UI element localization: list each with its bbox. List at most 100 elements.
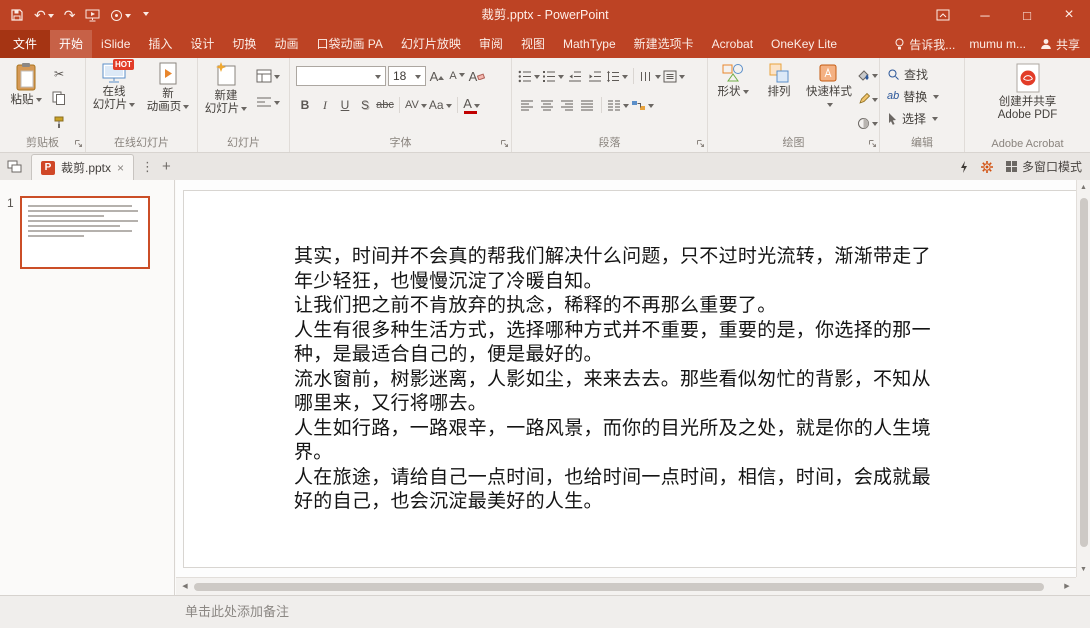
- change-case-button[interactable]: Aa: [429, 95, 452, 115]
- scroll-right-icon[interactable]: ▶: [1060, 578, 1074, 595]
- document-tab-close-icon[interactable]: ×: [117, 162, 124, 174]
- redo-button[interactable]: ↷: [64, 8, 76, 22]
- tab-slide-show[interactable]: 幻灯片放映: [392, 30, 470, 58]
- tab-pocket-animation-pa[interactable]: 口袋动画 PA: [307, 30, 391, 58]
- find-button[interactable]: 查找: [880, 63, 964, 85]
- clipboard-dialog-launcher-icon[interactable]: [74, 139, 83, 148]
- undo-icon: ↶: [34, 7, 46, 23]
- font-color-button[interactable]: A: [463, 95, 481, 115]
- text-direction-button[interactable]: [639, 66, 661, 86]
- touch-mode-button[interactable]: [110, 9, 132, 22]
- slide-thumbnail[interactable]: [20, 196, 150, 269]
- tab-acrobat[interactable]: Acrobat: [703, 30, 762, 58]
- line-spacing-button[interactable]: [606, 66, 628, 86]
- copy-button[interactable]: [50, 88, 68, 108]
- decrease-indent-button[interactable]: [566, 66, 584, 86]
- justify-button[interactable]: [578, 95, 596, 115]
- cut-button[interactable]: ✂: [50, 64, 68, 84]
- shrink-font-button[interactable]: A: [448, 66, 466, 86]
- arrange-button[interactable]: 排列: [757, 62, 801, 99]
- character-spacing-button[interactable]: AV: [405, 95, 427, 115]
- horizontal-scrollbar[interactable]: ◀ ▶: [176, 577, 1076, 595]
- character-spacing-dropdown-icon: [420, 103, 427, 111]
- shape-effects-button[interactable]: [857, 113, 878, 133]
- bullets-button[interactable]: [518, 66, 540, 86]
- align-right-button[interactable]: [558, 95, 576, 115]
- tab-animations[interactable]: 动画: [265, 30, 307, 58]
- font-dialog-launcher-icon[interactable]: [500, 139, 509, 148]
- start-slideshow-button[interactable]: [85, 9, 100, 22]
- tab-more-icon[interactable]: ⋮: [141, 159, 154, 175]
- columns-button[interactable]: [607, 95, 629, 115]
- quick-styles-button[interactable]: 快速样式: [803, 62, 855, 112]
- tab-onekey-lite[interactable]: OneKey Lite: [762, 30, 846, 58]
- shapes-button[interactable]: 形状: [711, 62, 755, 99]
- multi-window-mode-button[interactable]: 多窗口模式: [1005, 158, 1082, 175]
- close-button[interactable]: ×: [1048, 0, 1090, 30]
- customize-qat-button[interactable]: [141, 11, 150, 19]
- tab-islide[interactable]: iSlide: [92, 30, 139, 58]
- align-text-button[interactable]: [663, 66, 685, 86]
- italic-button[interactable]: I: [316, 95, 334, 115]
- scroll-left-icon[interactable]: ◀: [178, 578, 192, 595]
- slide-text-box[interactable]: 其实，时间并不会真的帮我们解决什么问题，只不过时光流转，渐渐带走了 年少轻狂，也…: [294, 245, 931, 515]
- settings-gear-icon[interactable]: [980, 160, 994, 174]
- ribbon-display-options-button[interactable]: [922, 0, 964, 30]
- tab-design[interactable]: 设计: [181, 30, 223, 58]
- align-left-button[interactable]: [518, 95, 536, 115]
- tab-transitions[interactable]: 切换: [223, 30, 265, 58]
- horizontal-scroll-thumb[interactable]: [194, 583, 1044, 591]
- maximize-button[interactable]: □: [1006, 0, 1048, 30]
- undo-button[interactable]: ↶: [34, 8, 54, 22]
- replace-button[interactable]: ab 替换: [880, 85, 964, 107]
- doc-tab-menu-icon[interactable]: [7, 160, 22, 173]
- select-button[interactable]: 选择: [880, 107, 964, 129]
- grow-font-button[interactable]: A: [428, 66, 446, 86]
- tools-bolt-icon[interactable]: [959, 160, 969, 174]
- numbering-icon: [543, 70, 555, 82]
- notes-pane[interactable]: 单击此处添加备注: [0, 595, 1090, 628]
- tell-me-box[interactable]: 告诉我...: [894, 36, 955, 53]
- scroll-up-icon[interactable]: ▲: [1077, 184, 1090, 191]
- strikethrough-button[interactable]: abc: [376, 95, 394, 115]
- align-center-button[interactable]: [538, 95, 556, 115]
- share-button[interactable]: 共享: [1040, 36, 1080, 53]
- clear-formatting-button[interactable]: A: [468, 66, 486, 86]
- paragraph-dialog-launcher-icon[interactable]: [696, 139, 705, 148]
- scroll-down-icon[interactable]: ▼: [1077, 566, 1090, 573]
- save-button[interactable]: [10, 8, 24, 22]
- text-shadow-button[interactable]: S: [356, 95, 374, 115]
- slide-layout-button[interactable]: [256, 66, 280, 86]
- font-name-combo[interactable]: [296, 66, 386, 86]
- convert-smartart-button[interactable]: [631, 95, 654, 115]
- tab-view[interactable]: 视图: [512, 30, 554, 58]
- tab-insert[interactable]: 插入: [139, 30, 181, 58]
- drawing-dialog-launcher-icon[interactable]: [868, 139, 877, 148]
- tab-mathtype[interactable]: MathType: [554, 30, 625, 58]
- new-tab-button[interactable]: +: [162, 159, 171, 174]
- tab-home[interactable]: 开始: [50, 30, 93, 58]
- increase-indent-button[interactable]: [586, 66, 604, 86]
- tab-new-tab[interactable]: 新建选项卡: [625, 30, 703, 58]
- section-button[interactable]: [256, 92, 280, 112]
- account-name[interactable]: mumu m...: [969, 37, 1026, 51]
- numbering-button[interactable]: [542, 66, 564, 86]
- font-size-combo[interactable]: 18: [388, 66, 426, 86]
- vertical-scrollbar[interactable]: ▲ ▼: [1076, 180, 1090, 577]
- underline-button[interactable]: U: [336, 95, 354, 115]
- paste-button[interactable]: 粘贴: [5, 62, 47, 107]
- tab-review[interactable]: 审阅: [470, 30, 512, 58]
- slide-editing-area[interactable]: 其实，时间并不会真的帮我们解决什么问题，只不过时光流转，渐渐带走了 年少轻狂，也…: [176, 180, 1076, 577]
- new-animation-page-button[interactable]: 新 动画页: [143, 62, 193, 114]
- tab-file[interactable]: 文件: [0, 30, 51, 58]
- document-tab[interactable]: P 裁剪.pptx ×: [31, 154, 135, 180]
- new-slide-button[interactable]: 新建 幻灯片: [202, 62, 250, 116]
- vertical-scroll-thumb[interactable]: [1080, 198, 1088, 547]
- minimize-button[interactable]: ─: [964, 0, 1006, 30]
- create-share-pdf-button[interactable]: 创建并共享 Adobe PDF: [978, 62, 1078, 122]
- format-painter-button[interactable]: [50, 112, 68, 132]
- shape-fill-button[interactable]: [857, 65, 878, 85]
- shape-outline-button[interactable]: [857, 89, 878, 109]
- bold-button[interactable]: B: [296, 95, 314, 115]
- slide-canvas[interactable]: 其实，时间并不会真的帮我们解决什么问题，只不过时光流转，渐渐带走了 年少轻狂，也…: [183, 190, 1076, 568]
